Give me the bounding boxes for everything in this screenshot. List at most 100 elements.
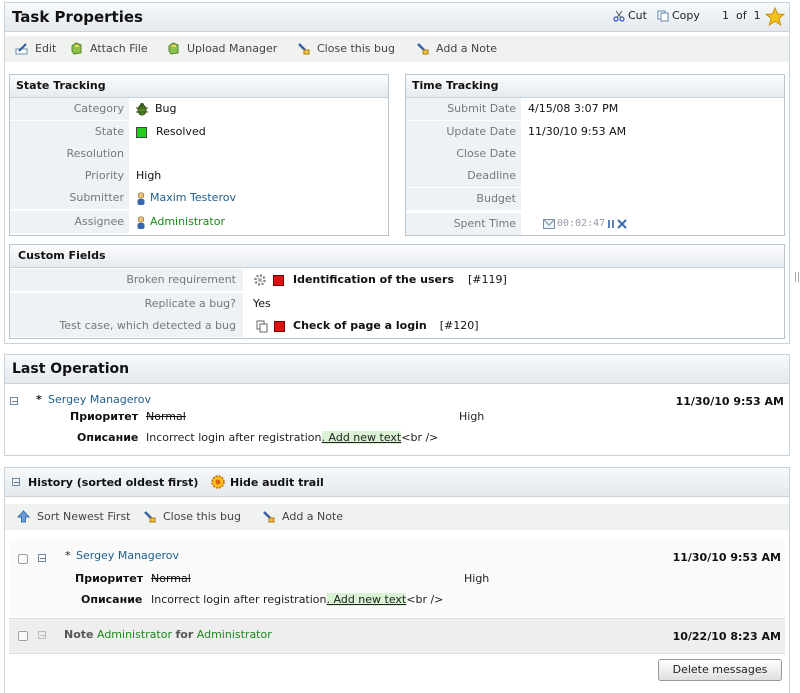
test-case-link[interactable]: Check of page a login — [293, 315, 427, 337]
close-bug-label: Close this bug — [317, 42, 395, 55]
assignee-value: Administrator — [136, 211, 225, 233]
assignee-link[interactable]: Administrator — [150, 211, 225, 233]
priority-label: Priority — [10, 165, 129, 187]
state-text: Resolved — [156, 125, 206, 138]
add-note-icon — [417, 43, 429, 55]
test-case-label: Test case, which detected a bug — [10, 315, 243, 337]
timer-icon[interactable] — [543, 219, 555, 229]
pause-icon[interactable] — [607, 219, 615, 229]
state-tracking-title: State Tracking — [10, 75, 388, 98]
collapse-toggle[interactable]: − — [10, 397, 18, 406]
replicate-label: Replicate a bug? — [10, 293, 243, 315]
stop-icon[interactable] — [617, 219, 627, 229]
hide-audit-trail-label: Hide audit trail — [230, 475, 324, 489]
entry-checkbox[interactable] — [18, 554, 28, 564]
edit-button[interactable]: Edit — [15, 42, 56, 55]
attach-file-icon — [71, 42, 82, 55]
priority-value: High — [136, 169, 162, 182]
description-field-label: Описание — [77, 431, 139, 444]
broken-requirement-row: Broken requirement Identification of the… — [10, 269, 784, 291]
upload-manager-button[interactable]: Upload Manager — [167, 42, 277, 55]
entry-priority-new: High — [464, 572, 490, 585]
close-bug-icon — [298, 43, 310, 55]
star-icon[interactable] — [765, 7, 785, 26]
note-checkbox[interactable] — [18, 631, 28, 641]
last-operation-title: Last Operation — [12, 361, 130, 377]
test-case-value: Check of page a login [#120] — [256, 315, 479, 337]
broken-requirement-ref: [#119] — [468, 273, 507, 286]
add-note-button[interactable]: Add a Note — [416, 42, 497, 55]
custom-fields-title: Custom Fields — [10, 245, 784, 268]
add-note-label: Add a Note — [436, 42, 498, 55]
splitter-handle[interactable] — [795, 272, 799, 282]
category-row: Category Bug — [10, 98, 388, 120]
copy-button[interactable]: Copy — [657, 9, 700, 22]
test-case-marker-icon — [274, 320, 285, 332]
cut-label: Cut — [628, 9, 647, 22]
category-text: Bug — [155, 102, 177, 115]
add-note-icon — [263, 511, 275, 523]
note-for-word: for — [175, 628, 194, 641]
category-label: Category — [10, 98, 129, 120]
entry-priority-label: Приоритет — [75, 572, 144, 585]
description-value: Incorrect login after registration. Add … — [146, 431, 438, 444]
submitter-link[interactable]: Maxim Testerov — [150, 187, 236, 209]
time-tracking-title: Time Tracking — [406, 75, 784, 98]
spent-time-text: 00:02:47 — [557, 218, 606, 229]
history-close-bug-button[interactable]: Close this bug — [143, 510, 241, 523]
note-collapse-toggle[interactable]: − — [38, 631, 46, 640]
hide-audit-trail-button[interactable]: Hide audit trail — [210, 474, 324, 490]
note-word: Note — [64, 628, 94, 641]
gear-icon[interactable] — [253, 273, 267, 287]
entry-description-value: Incorrect login after registration. Add … — [151, 593, 443, 606]
resolution-label: Resolution — [10, 143, 129, 165]
close-bug-button[interactable]: Close this bug — [297, 42, 395, 55]
cut-button[interactable]: Cut — [613, 9, 647, 22]
history-collapse-toggle[interactable]: − — [12, 478, 20, 487]
history-title: History (sorted oldest first) — [28, 476, 199, 489]
attach-file-button[interactable]: Attach File — [70, 42, 148, 55]
audit-trail-icon — [211, 475, 225, 489]
budget-row: Budget — [406, 188, 784, 210]
test-case-row: Test case, which detected a bug Check of… — [10, 315, 784, 337]
update-date-label: Update Date — [406, 121, 521, 143]
pager-text: 1 of 1 — [722, 9, 761, 22]
asterisk-marker: * — [65, 549, 71, 562]
priority-row: Priority High — [10, 165, 388, 187]
update-date-value: 11/30/10 9:53 AM — [528, 125, 627, 138]
entry-description-added: . Add new text — [326, 593, 407, 606]
note-from-link[interactable]: Administrator — [97, 628, 172, 641]
broken-requirement-label: Broken requirement — [10, 269, 243, 291]
history-add-note-button[interactable]: Add a Note — [262, 510, 343, 523]
entry-user[interactable]: Sergey Managerov — [76, 549, 179, 562]
description-text: Incorrect login after registration — [146, 431, 322, 444]
delete-messages-button[interactable]: Delete messages — [658, 659, 782, 681]
last-operation-header: Last Operation — [5, 355, 789, 384]
copy-label: Copy — [672, 9, 700, 22]
copy-icon — [657, 10, 669, 21]
history-close-bug-label: Close this bug — [163, 510, 241, 523]
history-panel: − History (sorted oldest first) Hide aud… — [4, 467, 790, 693]
spent-time-label: Spent Time — [406, 213, 521, 235]
priority-new-value: High — [459, 410, 485, 423]
priority-old-value: Normal — [146, 410, 186, 423]
priority-field-label: Приоритет — [70, 410, 139, 423]
sort-newest-label: Sort Newest First — [37, 510, 131, 523]
copies-icon[interactable] — [256, 320, 269, 333]
state-label: State — [10, 121, 129, 143]
entry-collapse-toggle[interactable]: − — [38, 554, 46, 563]
sort-newest-button[interactable]: Sort Newest First — [17, 510, 131, 523]
history-toolbar: Sort Newest First Close this bug Add a N… — [5, 504, 789, 530]
last-operation-user[interactable]: Sergey Managerov — [48, 393, 151, 406]
update-date-row: Update Date 11/30/10 9:53 AM — [406, 121, 784, 143]
submitter-row: Submitter Maxim Testerov — [10, 187, 388, 209]
asterisk-marker: * — [36, 393, 42, 406]
close-date-label: Close Date — [406, 143, 521, 165]
note-to-link[interactable]: Administrator — [197, 628, 272, 641]
submitter-label: Submitter — [10, 187, 129, 209]
history-header: − History (sorted oldest first) Hide aud… — [5, 468, 789, 497]
last-operation-panel: Last Operation − * Sergey Managerov 11/3… — [4, 354, 790, 456]
broken-requirement-link[interactable]: Identification of the users — [293, 269, 454, 291]
note-line: Note Administrator for Administrator — [64, 628, 272, 641]
user-icon — [137, 215, 145, 229]
